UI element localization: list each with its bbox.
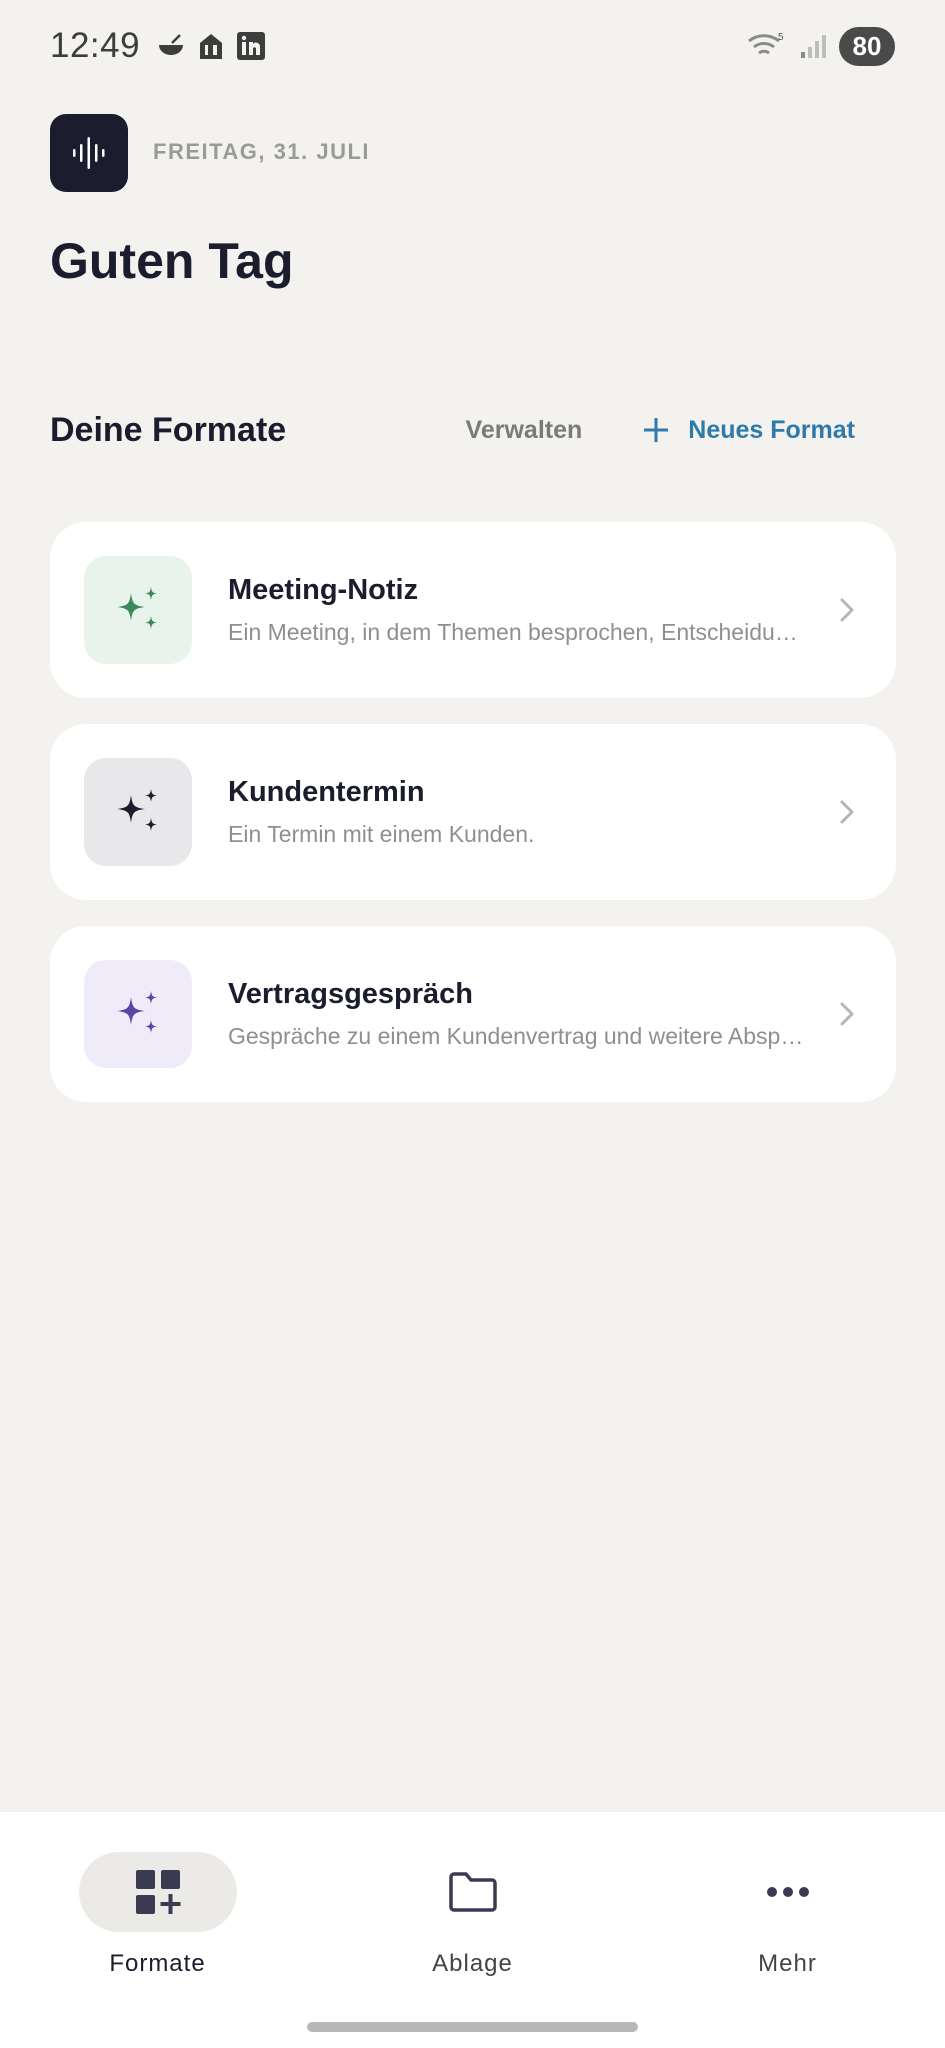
new-format-label: Neues Format xyxy=(688,415,855,444)
chevron-right-icon xyxy=(840,598,854,622)
card-title: Meeting-Notiz xyxy=(228,574,419,606)
sparkles-icon xyxy=(117,789,157,831)
home-indicator[interactable] xyxy=(307,2022,638,2032)
section-title: Deine Formate xyxy=(50,410,287,449)
format-card-kundentermin[interactable]: Kundentermin Ein Termin mit einem Kunden… xyxy=(50,724,896,900)
sparkles-icon xyxy=(117,991,157,1033)
status-bar: 12:49 5 80 xyxy=(0,0,945,92)
card-icon-container xyxy=(84,758,192,866)
nav-pill xyxy=(709,1852,867,1932)
grid-add-icon xyxy=(135,1870,180,1914)
card-description: Gespräche zu einem Kundenvertrag und wei… xyxy=(228,1023,808,1049)
card-description: Ein Termin mit einem Kunden. xyxy=(228,821,535,847)
page-title: Guten Tag xyxy=(50,233,294,289)
linkedin-icon xyxy=(237,32,266,60)
food-delivery-icon xyxy=(200,34,223,59)
chevron-right-icon xyxy=(840,800,854,824)
nav-item-formate[interactable]: Formate xyxy=(58,1852,258,2048)
format-card-vertragsgespraech[interactable]: Vertragsgespräch Gespräche zu einem Kund… xyxy=(50,926,896,1102)
date-label: FREITAG, 31. JULI xyxy=(153,139,371,164)
nav-item-ablage[interactable]: Ablage xyxy=(373,1852,573,2048)
chevron-right-icon xyxy=(840,1002,854,1026)
signal-icon xyxy=(801,35,826,58)
nav-label: Ablage xyxy=(432,1950,513,1977)
wifi-icon: 5 xyxy=(748,32,784,55)
nav-label: Formate xyxy=(109,1950,206,1977)
bowl-icon xyxy=(159,34,184,55)
nav-item-mehr[interactable]: Mehr xyxy=(688,1852,888,2048)
nav-label: Mehr xyxy=(758,1950,817,1977)
card-icon-container xyxy=(84,556,192,664)
svg-text:5: 5 xyxy=(778,32,784,43)
status-time: 12:49 xyxy=(50,26,141,65)
sparkles-icon xyxy=(117,587,157,629)
nav-pill xyxy=(394,1852,552,1932)
status-right-icons: 5 80 xyxy=(747,26,895,66)
card-icon-container xyxy=(84,960,192,1068)
card-title: Vertragsgespräch xyxy=(228,978,474,1010)
waveform-icon xyxy=(73,137,105,169)
bottom-navigation: Formate Ablage Mehr xyxy=(0,1812,945,2048)
formats-section-header: Deine Formate Verwalten Neues Format xyxy=(50,400,895,460)
card-text: Vertragsgespräch Gespräche zu einem Kund… xyxy=(228,978,812,1050)
plus-icon xyxy=(644,418,669,442)
card-description: Ein Meeting, in dem Themen besprochen, E… xyxy=(228,619,808,645)
format-card-meeting-notiz[interactable]: Meeting-Notiz Ein Meeting, in dem Themen… xyxy=(50,522,896,698)
new-format-button[interactable]: Neues Format xyxy=(642,408,855,453)
manage-button[interactable]: Verwalten xyxy=(466,408,583,453)
card-text: Meeting-Notiz Ein Meeting, in dem Themen… xyxy=(228,574,812,646)
formats-list: Meeting-Notiz Ein Meeting, in dem Themen… xyxy=(50,522,896,1128)
app-logo xyxy=(50,114,128,192)
folder-icon xyxy=(448,1872,497,1912)
battery-indicator: 80 xyxy=(839,26,895,66)
card-title: Kundentermin xyxy=(228,776,425,808)
card-text: Kundentermin Ein Termin mit einem Kunden… xyxy=(228,776,812,848)
notification-icons xyxy=(156,31,266,61)
more-dots-icon xyxy=(766,1887,809,1897)
nav-pill xyxy=(78,1852,237,1932)
